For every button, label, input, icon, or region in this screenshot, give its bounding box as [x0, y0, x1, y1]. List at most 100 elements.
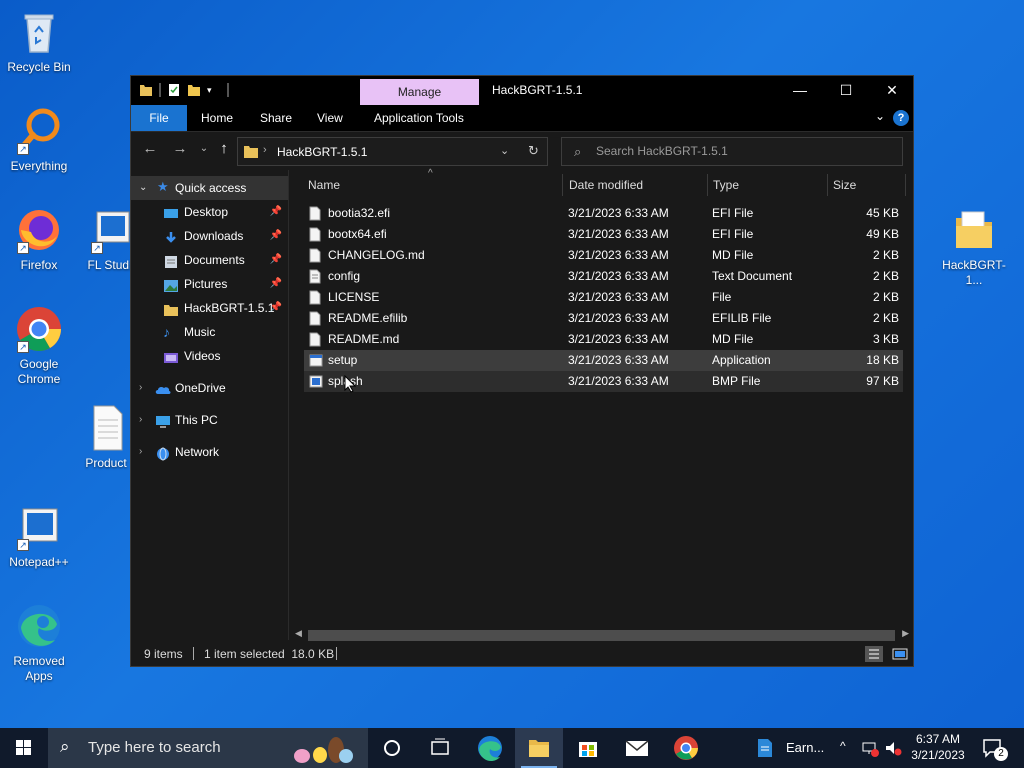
desktop-icon-everything[interactable]: ↗ Everything: [1, 107, 77, 174]
address-dropdown-chevron-icon[interactable]: ⌄: [500, 144, 509, 157]
address-bar[interactable]: › HackBGRT-1.5.1 ⌄ ↻: [237, 137, 548, 166]
tab-file[interactable]: File: [131, 105, 187, 131]
column-header-date[interactable]: Date modified: [569, 178, 643, 192]
tab-share[interactable]: Share: [246, 105, 306, 131]
ribbon-tabs: File Home Share View Application Tools ⌄…: [131, 105, 913, 132]
nav-item-documents[interactable]: Documents 📌: [131, 248, 288, 272]
details-view-icon[interactable]: [865, 646, 883, 662]
nav-item-videos[interactable]: Videos: [131, 344, 288, 368]
column-divider[interactable]: [827, 174, 828, 196]
maximize-button[interactable]: ☐: [823, 76, 869, 105]
taskbar-store[interactable]: [564, 728, 612, 768]
scroll-right-icon[interactable]: ▶: [902, 628, 909, 639]
search-input[interactable]: [596, 144, 886, 158]
nav-item-onedrive[interactable]: › OneDrive: [131, 376, 288, 400]
column-divider[interactable]: [562, 174, 563, 196]
desktop-icon-firefox[interactable]: ↗ Firefox: [1, 206, 77, 273]
cortana-button[interactable]: [368, 728, 416, 768]
horizontal-scrollbar[interactable]: ◀ ▶: [290, 628, 913, 642]
new-folder-icon[interactable]: [187, 82, 201, 98]
desktop-icon-recycle-bin[interactable]: Recycle Bin: [1, 8, 77, 75]
desktop-icon-hackbgrt-folder[interactable]: HackBGRT-1...: [936, 206, 1012, 288]
breadcrumb-chevron-icon[interactable]: ›: [263, 144, 267, 156]
tab-application-tools[interactable]: Application Tools: [360, 105, 478, 131]
desktop-icon-removed-apps[interactable]: Removed Apps: [1, 602, 77, 684]
scrollbar-thumb[interactable]: [308, 630, 895, 641]
nav-item-hackbgrt[interactable]: HackBGRT-1.5.1 📌: [131, 296, 288, 320]
column-divider[interactable]: [707, 174, 708, 196]
tab-home[interactable]: Home: [187, 105, 247, 131]
nav-item-pictures[interactable]: Pictures 📌: [131, 272, 288, 296]
nav-item-label: This PC: [175, 413, 218, 427]
folder-icon: [163, 301, 179, 316]
taskbar-clock[interactable]: 6:37 AM 3/21/2023: [906, 731, 970, 763]
desktop-icon-label: Notepad++: [9, 555, 69, 569]
table-row[interactable]: config 3/21/2023 6:33 AM Text Document 2…: [304, 266, 903, 287]
taskbar-edge[interactable]: [466, 728, 514, 768]
file-icon: [309, 290, 321, 305]
refresh-icon[interactable]: ↻: [528, 143, 539, 159]
table-row[interactable]: README.efilib 3/21/2023 6:33 AM EFILIB F…: [304, 308, 903, 329]
volume-muted-icon[interactable]: [884, 738, 902, 761]
taskbar-search-box[interactable]: ⌕: [48, 728, 368, 768]
expand-chevron-icon[interactable]: ›: [139, 408, 142, 432]
file-size: 97 KB: [866, 374, 899, 388]
forward-arrow-icon[interactable]: →: [169, 140, 191, 157]
tab-manage[interactable]: Manage: [360, 79, 479, 105]
task-view-button[interactable]: [416, 728, 464, 768]
expand-chevron-icon[interactable]: ⌄: [139, 176, 147, 200]
up-arrow-icon[interactable]: ↑: [213, 140, 235, 157]
table-row-hover[interactable]: splash 3/21/2023 6:33 AM BMP File 97 KB: [304, 371, 903, 393]
file-date: 3/21/2023 6:33 AM: [568, 332, 669, 346]
nav-item-label: Downloads: [184, 229, 244, 243]
nav-item-quick-access[interactable]: ⌄ ★ Quick access: [131, 176, 288, 200]
nav-item-downloads[interactable]: Downloads 📌: [131, 224, 288, 248]
desktop-icon-google-chrome[interactable]: ↗ Google Chrome: [1, 305, 77, 387]
store-icon: [579, 742, 597, 757]
nav-item-desktop[interactable]: Desktop 📌: [131, 200, 288, 224]
desktop-icon-notepadpp[interactable]: ↗ Notepad++: [1, 503, 77, 570]
table-row[interactable]: CHANGELOG.md 3/21/2023 6:33 AM MD File 2…: [304, 245, 903, 266]
taskbar-mail[interactable]: [613, 728, 661, 768]
table-row[interactable]: README.md 3/21/2023 6:33 AM MD File 3 KB: [304, 329, 903, 350]
properties-icon[interactable]: [167, 82, 181, 98]
column-header-name[interactable]: Name: [308, 178, 340, 192]
file-name: CHANGELOG.md: [328, 248, 425, 262]
scroll-left-icon[interactable]: ◀: [295, 628, 302, 639]
customize-toolbar-icon[interactable]: ▾: [207, 82, 221, 98]
nav-item-this-pc[interactable]: › This PC: [131, 408, 288, 432]
network-status-icon[interactable]: [860, 738, 880, 761]
expand-ribbon-chevron-icon[interactable]: ⌄: [875, 109, 885, 123]
show-hidden-icons-chevron-icon[interactable]: ^: [840, 739, 846, 753]
large-icons-view-icon[interactable]: [891, 646, 909, 662]
table-row[interactable]: bootia32.efi 3/21/2023 6:33 AM EFI File …: [304, 203, 903, 224]
taskbar-chrome[interactable]: [662, 728, 710, 768]
desktop-icon-label: Recycle Bin: [7, 60, 71, 74]
close-button[interactable]: ✕: [869, 76, 915, 105]
network-icon: [155, 445, 171, 461]
minimize-button[interactable]: —: [777, 76, 823, 105]
taskbar-document-app[interactable]: Earn...: [750, 728, 836, 768]
start-button[interactable]: [0, 728, 48, 768]
table-row[interactable]: LICENSE 3/21/2023 6:33 AM File 2 KB: [304, 287, 903, 308]
column-header-type[interactable]: Type: [713, 178, 739, 192]
recent-locations-chevron-icon[interactable]: ⌄: [193, 143, 215, 154]
column-header-size[interactable]: Size: [833, 178, 856, 192]
expand-chevron-icon[interactable]: ›: [139, 440, 142, 464]
table-row[interactable]: bootx64.efi 3/21/2023 6:33 AM EFI File 4…: [304, 224, 903, 245]
table-row-selected[interactable]: setup 3/21/2023 6:33 AM Application 18 K…: [304, 350, 903, 371]
expand-chevron-icon[interactable]: ›: [139, 376, 142, 400]
column-header-row: ^ Name Date modified Type Size: [290, 168, 913, 200]
back-arrow-icon[interactable]: ←: [139, 140, 161, 157]
tab-view[interactable]: View: [303, 105, 357, 131]
nav-item-music[interactable]: ♪ Music: [131, 320, 288, 344]
taskbar-search-input[interactable]: [88, 739, 288, 756]
taskbar-file-explorer[interactable]: [515, 728, 563, 768]
help-button[interactable]: ?: [893, 110, 909, 126]
nav-item-label: HackBGRT-1.5.1: [184, 301, 275, 315]
clock-time: 6:37 AM: [915, 732, 961, 746]
breadcrumb-current[interactable]: HackBGRT-1.5.1: [277, 145, 367, 159]
column-divider[interactable]: [905, 174, 906, 196]
search-box[interactable]: ⌕: [561, 137, 903, 166]
nav-item-network[interactable]: › Network: [131, 440, 288, 464]
